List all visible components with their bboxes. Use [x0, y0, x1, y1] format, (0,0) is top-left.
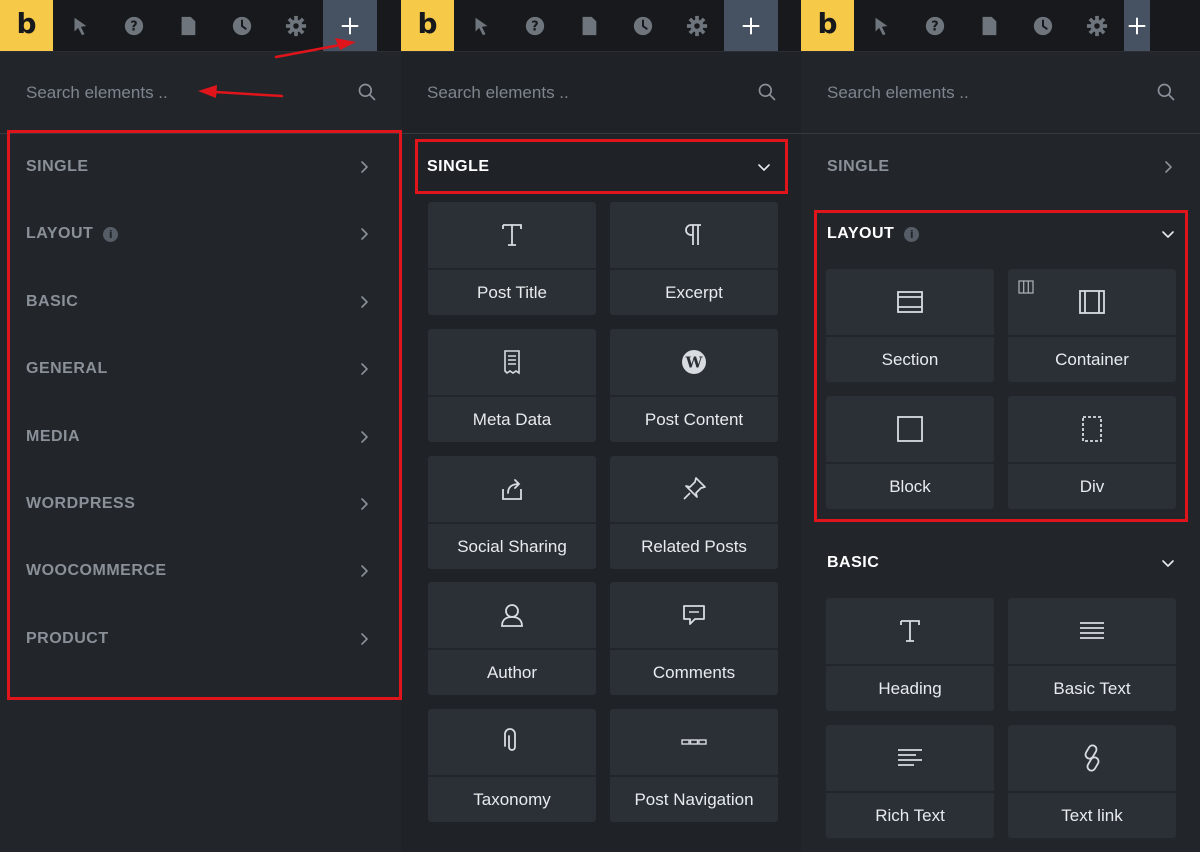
- info-icon[interactable]: i: [103, 226, 119, 242]
- cursor-icon[interactable]: [53, 0, 107, 51]
- element-rich-text[interactable]: Rich Text: [826, 725, 994, 838]
- search-icon[interactable]: [757, 82, 777, 102]
- share-icon: [502, 479, 522, 500]
- chevron-right-icon: [1161, 160, 1175, 174]
- chevron-right-icon: [357, 430, 371, 444]
- element-div[interactable]: Div: [1008, 396, 1176, 509]
- cursor-icon[interactable]: [854, 0, 908, 51]
- category-layout[interactable]: LAYOUT i: [801, 214, 1200, 254]
- builder-toolbar: b: [0, 0, 401, 52]
- category-basic[interactable]: BASIC: [801, 543, 1200, 583]
- element-search: [401, 52, 801, 134]
- help-icon[interactable]: [508, 0, 562, 51]
- element-block[interactable]: Block: [826, 396, 994, 509]
- element-post-title[interactable]: Post Title: [428, 202, 596, 315]
- builder-toolbar: b: [801, 0, 1200, 52]
- element-social-sharing[interactable]: Social Sharing: [428, 456, 596, 569]
- history-icon[interactable]: [1016, 0, 1070, 51]
- category-single[interactable]: SINGLE: [0, 147, 401, 187]
- element-post-navigation[interactable]: Post Navigation: [610, 709, 778, 822]
- element-section[interactable]: Section: [826, 269, 994, 382]
- settings-icon[interactable]: [269, 0, 323, 51]
- brand-logo[interactable]: b: [0, 0, 53, 51]
- chevron-right-icon: [357, 295, 371, 309]
- element-search: [0, 52, 401, 134]
- chevron-right-icon: [357, 362, 371, 376]
- container-icon: [1079, 290, 1105, 314]
- cursor-icon[interactable]: [454, 0, 508, 51]
- help-icon[interactable]: [908, 0, 962, 51]
- search-input[interactable]: [26, 80, 326, 106]
- paperclip-icon: [504, 728, 516, 751]
- title-t-icon: [502, 224, 522, 246]
- chevron-right-icon: [357, 227, 371, 241]
- chevron-down-icon: [1161, 556, 1175, 570]
- element-author[interactable]: Author: [428, 582, 596, 695]
- element-heading[interactable]: Heading: [826, 598, 994, 711]
- help-icon[interactable]: [107, 0, 161, 51]
- category-single[interactable]: SINGLE: [801, 147, 1200, 187]
- element-search: [801, 52, 1200, 134]
- category-layout[interactable]: LAYOUT i: [0, 214, 401, 254]
- chevron-right-icon: [357, 160, 371, 174]
- pilcrow-icon: [685, 224, 701, 245]
- add-icon[interactable]: [1124, 0, 1150, 51]
- element-comments[interactable]: Comments: [610, 582, 778, 695]
- wordpress-icon: W: [682, 350, 706, 374]
- section-icon: [897, 291, 923, 313]
- category-media[interactable]: MEDIA: [0, 417, 401, 457]
- pin-icon: [683, 477, 706, 500]
- dots-navigation-icon: [681, 739, 707, 745]
- category-woocommerce[interactable]: WOOCOMMERCE: [0, 551, 401, 591]
- chevron-down-icon: [757, 160, 771, 174]
- element-meta-data[interactable]: Meta Data: [428, 329, 596, 442]
- history-icon[interactable]: [616, 0, 670, 51]
- element-taxonomy[interactable]: Taxonomy: [428, 709, 596, 822]
- element-text-link[interactable]: Text link: [1008, 725, 1176, 838]
- link-icon: [1084, 744, 1100, 772]
- page-icon[interactable]: [962, 0, 1016, 51]
- block-icon: [897, 416, 923, 442]
- settings-icon[interactable]: [670, 0, 724, 51]
- receipt-icon: [504, 350, 520, 375]
- history-icon[interactable]: [215, 0, 269, 51]
- div-icon: [1082, 416, 1102, 442]
- svg-text:W: W: [685, 354, 704, 372]
- add-icon[interactable]: [323, 0, 377, 51]
- element-container[interactable]: Container: [1008, 269, 1176, 382]
- rich-text-icon: [898, 749, 922, 766]
- search-input[interactable]: [827, 80, 1127, 106]
- category-product[interactable]: PRODUCT: [0, 619, 401, 659]
- page-icon[interactable]: [562, 0, 616, 51]
- element-related-posts[interactable]: Related Posts: [610, 456, 778, 569]
- page-icon[interactable]: [161, 0, 215, 51]
- search-icon[interactable]: [357, 82, 377, 102]
- user-icon: [501, 604, 523, 627]
- elements-panel-collapsed: b SINGLE LAYOUTi BASIC GENERAL MEDIA WOR…: [0, 0, 401, 852]
- heading-icon: [900, 620, 920, 642]
- comments-icon: [683, 605, 705, 625]
- add-icon[interactable]: [724, 0, 778, 51]
- chevron-right-icon: [357, 632, 371, 646]
- element-excerpt[interactable]: Excerpt: [610, 202, 778, 315]
- search-icon[interactable]: [1156, 82, 1176, 102]
- search-input[interactable]: [427, 80, 727, 106]
- brand-logo[interactable]: b: [401, 0, 454, 51]
- category-basic[interactable]: BASIC: [0, 282, 401, 322]
- element-post-content[interactable]: W Post Content: [610, 329, 778, 442]
- chevron-right-icon: [357, 497, 371, 511]
- category-general[interactable]: GENERAL: [0, 349, 401, 389]
- brand-logo[interactable]: b: [801, 0, 854, 51]
- builder-toolbar: b: [401, 0, 801, 52]
- elements-panel-layout: b SINGLE LAYOUTi Section Container Block…: [801, 0, 1200, 852]
- category-wordpress[interactable]: WORDPRESS: [0, 484, 401, 524]
- chevron-down-icon: [1161, 227, 1175, 241]
- settings-icon[interactable]: [1070, 0, 1124, 51]
- chevron-right-icon: [357, 564, 371, 578]
- category-single[interactable]: SINGLE: [401, 147, 801, 187]
- info-icon[interactable]: i: [904, 226, 920, 242]
- element-basic-text[interactable]: Basic Text: [1008, 598, 1176, 711]
- text-lines-icon: [1080, 622, 1104, 639]
- elements-panel-single: b SINGLE Post Title Excerpt Meta Data W …: [401, 0, 801, 852]
